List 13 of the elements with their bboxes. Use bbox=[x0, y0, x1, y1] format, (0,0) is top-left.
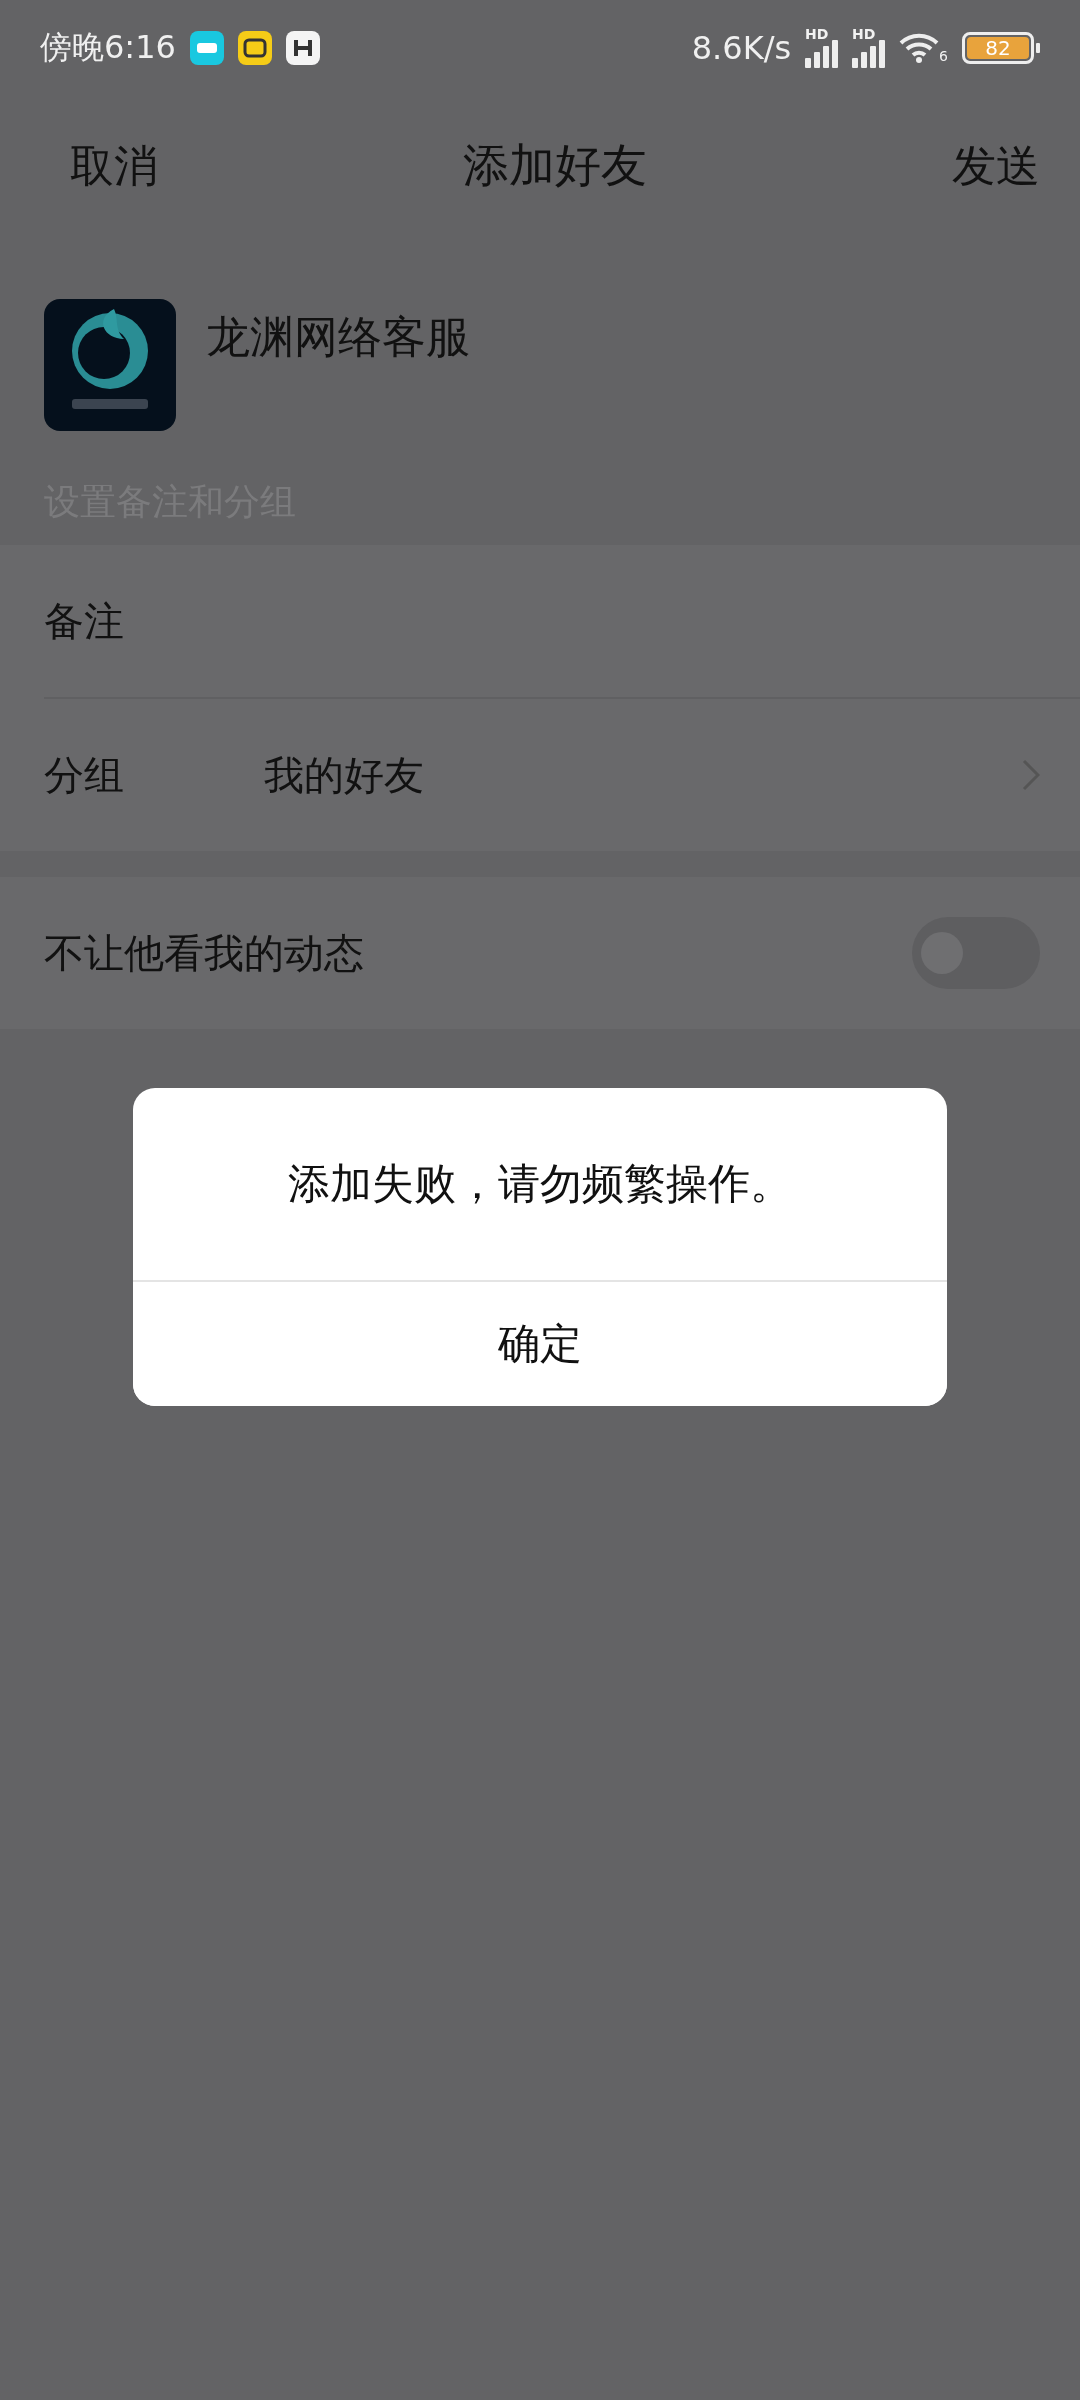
network-speed: 8.6K/s bbox=[691, 29, 792, 67]
page-title: 添加好友 bbox=[463, 137, 647, 194]
app-icon bbox=[189, 31, 224, 65]
contact-name: 龙渊网络客服 bbox=[206, 310, 470, 364]
group-selector[interactable]: 我的好友 bbox=[264, 725, 1040, 825]
field-label: 分组 bbox=[44, 750, 125, 800]
dialog-message: 添加失败，请勿频繁操作。 bbox=[288, 1158, 792, 1210]
app-icon bbox=[285, 31, 320, 65]
cancel-button[interactable]: 取消 bbox=[70, 136, 158, 196]
send-button[interactable]: 发送 bbox=[952, 136, 1040, 196]
setting-label: 不让他看我的动态 bbox=[44, 928, 365, 978]
clock: 傍晚6:16 bbox=[40, 27, 176, 68]
field-label: 备注 bbox=[44, 596, 125, 646]
